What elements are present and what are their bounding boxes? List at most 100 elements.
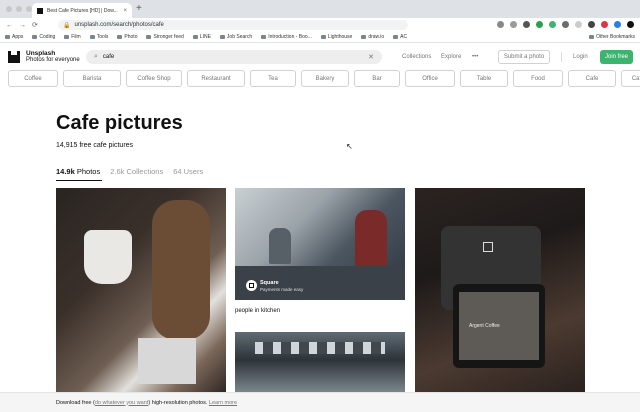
brand-subtitle: Photos for everyone bbox=[26, 57, 80, 63]
person-shape bbox=[269, 228, 291, 264]
extension-icon[interactable] bbox=[601, 21, 608, 28]
chip-office[interactable]: Office bbox=[405, 70, 455, 87]
chip-cafeteria[interactable]: Cafeteria bbox=[621, 70, 640, 87]
search-value: cafe bbox=[102, 54, 115, 60]
photo-card[interactable] bbox=[56, 188, 226, 394]
url-field[interactable]: 🔒 unsplash.com/search/photos/cafe bbox=[58, 20, 408, 30]
coffee-cup-shape bbox=[84, 230, 132, 284]
bookmark-item[interactable]: Tools bbox=[89, 34, 108, 40]
bookmark-item[interactable]: draw.io bbox=[361, 34, 384, 40]
active-tab[interactable]: Best Cafe Pictures [HD] | Dow... × bbox=[32, 3, 132, 18]
folder-icon bbox=[5, 35, 10, 39]
tab-users[interactable]: 64 Users bbox=[173, 167, 203, 176]
bookmark-item[interactable]: Introduction - Boo... bbox=[261, 34, 312, 40]
unsplash-favicon-icon bbox=[37, 7, 43, 14]
more-menu-icon[interactable]: ••• bbox=[472, 54, 478, 60]
brand-title: Unsplash bbox=[26, 50, 56, 57]
banner-text: Download free ( bbox=[56, 399, 95, 406]
extension-icon[interactable] bbox=[614, 21, 621, 28]
bookmark-item[interactable]: AC bbox=[393, 34, 407, 40]
photo-card[interactable] bbox=[235, 332, 405, 394]
coffee-flask-shape bbox=[152, 200, 210, 340]
extension-icon[interactable] bbox=[523, 21, 530, 28]
download-banner: Download free ( do whatever you want ) h… bbox=[0, 392, 640, 412]
profile-avatar[interactable] bbox=[627, 21, 634, 28]
address-bar-row: ← → ⟳ 🔒 unsplash.com/search/photos/cafe bbox=[0, 18, 640, 32]
submit-photo-button[interactable]: Submit a photo bbox=[498, 50, 550, 64]
search-icon: ⌕ bbox=[94, 53, 98, 60]
window-controls[interactable] bbox=[6, 6, 32, 12]
tab-photos[interactable]: 14.9k Photos bbox=[56, 167, 100, 176]
folder-icon bbox=[117, 35, 123, 39]
photo-card-sponsored[interactable]: Square Payments made easy bbox=[235, 188, 405, 300]
chip-coffee[interactable]: Coffee bbox=[8, 70, 58, 87]
folder-icon bbox=[361, 35, 367, 39]
extension-icon[interactable] bbox=[497, 21, 504, 28]
back-button[interactable]: ← bbox=[6, 22, 13, 29]
bookmark-item[interactable]: Apps bbox=[5, 34, 23, 40]
bookmarks-bar: Apps Coding Film Tools Photo Stronger feed LIN… bbox=[0, 32, 640, 43]
chip-food[interactable]: Food bbox=[513, 70, 563, 87]
chip-bar[interactable]: Bar bbox=[354, 70, 400, 87]
page-subtitle: 14,915 free cafe pictures bbox=[56, 142, 134, 149]
extension-icon[interactable] bbox=[510, 21, 517, 28]
sponsor-name: Square bbox=[260, 280, 279, 286]
result-tabs: 14.9k Photos 2.6k Collections 64 Users bbox=[56, 167, 203, 176]
chip-coffee-shop[interactable]: Coffee Shop bbox=[126, 70, 182, 87]
unsplash-logo-icon[interactable] bbox=[8, 51, 20, 63]
login-link[interactable]: Login bbox=[573, 54, 588, 60]
bookmark-item[interactable]: Film bbox=[64, 34, 81, 40]
chip-table[interactable]: Table bbox=[460, 70, 508, 87]
chip-tea[interactable]: Tea bbox=[250, 70, 296, 87]
folder-icon bbox=[219, 35, 225, 39]
banner-text: ) high-resolution photos. bbox=[148, 399, 209, 406]
lock-icon: 🔒 bbox=[63, 22, 71, 29]
square-logo-icon bbox=[483, 242, 493, 252]
photo-card[interactable]: Argent Coffee bbox=[415, 188, 585, 394]
bookmark-item[interactable]: Photo bbox=[117, 34, 137, 40]
new-tab-button[interactable]: + bbox=[136, 4, 142, 14]
extension-icon[interactable] bbox=[549, 21, 556, 28]
tab-collections[interactable]: 2.6k Collections bbox=[110, 167, 163, 176]
folder-icon bbox=[192, 35, 198, 39]
clear-search-icon[interactable]: ✕ bbox=[368, 53, 374, 61]
box-shape bbox=[138, 338, 196, 384]
extension-icon[interactable] bbox=[536, 21, 543, 28]
search-input[interactable]: ⌕ cafe ✕ bbox=[86, 50, 382, 64]
extensions bbox=[497, 21, 634, 28]
mouse-cursor-icon: ↖ bbox=[346, 142, 353, 151]
chip-bakery[interactable]: Bakery bbox=[301, 70, 349, 87]
bookmark-item[interactable]: Coding bbox=[32, 34, 55, 40]
nav-explore[interactable]: Explore bbox=[441, 54, 461, 60]
reload-button[interactable]: ⟳ bbox=[32, 21, 38, 29]
tab-close-icon[interactable]: × bbox=[123, 8, 127, 14]
divider bbox=[561, 52, 562, 62]
chip-cafe[interactable]: Cafe bbox=[568, 70, 616, 87]
folder-icon bbox=[320, 35, 326, 39]
related-search-chips: Coffee Barista Coffee Shop Restaurant Tea Bak… bbox=[8, 70, 640, 87]
extension-icon[interactable] bbox=[575, 21, 582, 28]
chip-restaurant[interactable]: Restaurant bbox=[187, 70, 245, 87]
bookmark-item[interactable]: Lighthouse bbox=[320, 34, 352, 40]
tablet-text: Argent Coffee bbox=[469, 323, 500, 329]
bookmark-item[interactable]: Job Search bbox=[219, 34, 252, 40]
extension-icon[interactable] bbox=[562, 21, 569, 28]
folder-icon bbox=[64, 35, 70, 39]
folder-icon bbox=[146, 35, 152, 39]
nav-collections[interactable]: Collections bbox=[402, 54, 431, 60]
extension-icon[interactable] bbox=[588, 21, 595, 28]
join-free-button[interactable]: Join free bbox=[600, 50, 633, 64]
bookmark-item[interactable]: Stronger feed bbox=[146, 34, 184, 40]
forward-button[interactable]: → bbox=[19, 22, 26, 29]
person-shape bbox=[355, 210, 387, 266]
chip-barista[interactable]: Barista bbox=[63, 70, 121, 87]
tab-title: Best Cafe Pictures [HD] | Dow... bbox=[47, 7, 118, 14]
ceiling-lights-shape bbox=[255, 342, 385, 354]
url-text: unsplash.com/search/photos/cafe bbox=[74, 22, 164, 28]
other-bookmarks[interactable]: Other Bookmarks bbox=[589, 34, 635, 40]
bookmark-item[interactable]: LINE bbox=[192, 34, 211, 40]
browser-tab-bar: Best Cafe Pictures [HD] | Dow... × + bbox=[0, 0, 640, 18]
brand[interactable]: Unsplash Photos for everyone bbox=[26, 50, 80, 64]
learn-more-link[interactable]: Learn more bbox=[209, 400, 237, 406]
banner-link[interactable]: do whatever you want bbox=[95, 400, 149, 406]
